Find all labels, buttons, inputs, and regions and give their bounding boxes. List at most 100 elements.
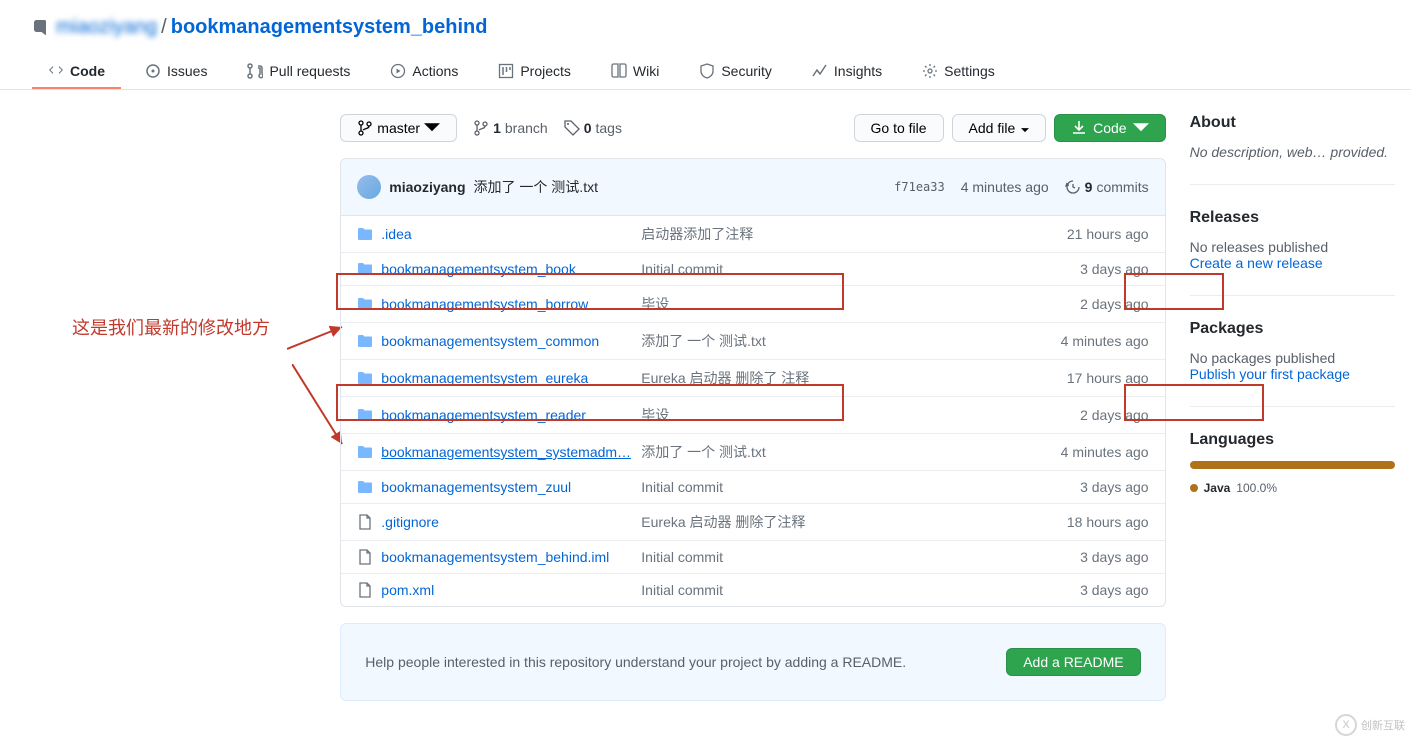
file-listing-box: miaoziyang 添加了 一个 测试.txt f71ea33 4 minut… bbox=[340, 158, 1165, 607]
sidebar-packages: Packages No packages published Publish y… bbox=[1190, 320, 1395, 407]
code-icon bbox=[48, 63, 64, 79]
language-item[interactable]: Java 100.0% bbox=[1190, 481, 1395, 495]
actions-icon bbox=[390, 63, 406, 79]
readme-hint-text: Help people interested in this repositor… bbox=[365, 654, 906, 670]
file-commit-message[interactable]: 添加了 一个 测试.txt bbox=[641, 442, 1060, 462]
shield-icon bbox=[699, 63, 715, 79]
publish-package-link[interactable]: Publish your first package bbox=[1190, 366, 1350, 382]
file-row: bookmanagementsystem_behind.imlInitial c… bbox=[341, 541, 1164, 574]
add-file-button[interactable]: Add file bbox=[952, 114, 1047, 142]
file-commit-time: 17 hours ago bbox=[1067, 370, 1149, 386]
commit-message-link[interactable]: 添加了 一个 测试.txt bbox=[474, 177, 598, 197]
file-name-link[interactable]: bookmanagementsystem_reader bbox=[381, 407, 641, 423]
tab-issues-label: Issues bbox=[167, 63, 207, 79]
tab-wiki-label: Wiki bbox=[633, 63, 659, 79]
file-row: bookmanagementsystem_borrow毕设2 days ago bbox=[341, 286, 1164, 323]
packages-none: No packages published bbox=[1190, 350, 1395, 366]
sidebar-languages: Languages Java 100.0% bbox=[1190, 431, 1395, 519]
file-commit-message[interactable]: 添加了 一个 测试.txt bbox=[641, 331, 1060, 351]
repo-tabs: Code Issues Pull requests Actions Projec… bbox=[0, 55, 1411, 90]
tab-projects[interactable]: Projects bbox=[482, 55, 587, 89]
releases-none: No releases published bbox=[1190, 239, 1395, 255]
branch-word: branch bbox=[505, 120, 548, 136]
about-description: No description, web… provided. bbox=[1190, 144, 1395, 160]
file-commit-message[interactable]: 毕设 bbox=[641, 294, 1080, 314]
file-commit-time: 18 hours ago bbox=[1067, 514, 1149, 530]
folder-icon bbox=[357, 444, 381, 460]
download-icon bbox=[1071, 120, 1087, 136]
branch-select-button[interactable]: master bbox=[340, 114, 457, 142]
file-row: bookmanagementsystem_bookInitial commit3… bbox=[341, 253, 1164, 286]
tab-pr-label: Pull requests bbox=[269, 63, 350, 79]
create-release-link[interactable]: Create a new release bbox=[1190, 255, 1323, 271]
tag-count-link[interactable]: 0 tags bbox=[564, 120, 622, 136]
sidebar-about: About No description, web… provided. bbox=[1190, 114, 1395, 185]
file-name-link[interactable]: bookmanagementsystem_behind.iml bbox=[381, 549, 641, 565]
file-commit-message[interactable]: Initial commit bbox=[641, 479, 1080, 495]
file-commit-time: 3 days ago bbox=[1080, 261, 1149, 277]
branch-count-link[interactable]: 1 branch bbox=[473, 120, 548, 136]
tab-issues[interactable]: Issues bbox=[129, 55, 223, 89]
file-commit-message[interactable]: Eureka 启动器 删除了 注释 bbox=[641, 368, 1067, 388]
file-name-link[interactable]: bookmanagementsystem_common bbox=[381, 333, 641, 349]
tab-actions[interactable]: Actions bbox=[374, 55, 474, 89]
folder-icon bbox=[357, 479, 381, 495]
file-commit-message[interactable]: Eureka 启动器 删除了注释 bbox=[641, 512, 1067, 532]
tab-settings[interactable]: Settings bbox=[906, 55, 1011, 89]
languages-title: Languages bbox=[1190, 431, 1395, 449]
commit-author-link[interactable]: miaoziyang bbox=[389, 179, 465, 195]
file-commit-time: 4 minutes ago bbox=[1061, 333, 1149, 349]
file-name-link[interactable]: bookmanagementsystem_eureka bbox=[381, 370, 641, 386]
commits-link[interactable]: 9 commits bbox=[1065, 179, 1149, 195]
tab-insights[interactable]: Insights bbox=[796, 55, 898, 89]
file-name-link[interactable]: pom.xml bbox=[381, 582, 641, 598]
language-bar bbox=[1190, 461, 1395, 469]
file-name-link[interactable]: .idea bbox=[381, 226, 641, 242]
owner-link[interactable]: miaoziyang bbox=[56, 16, 157, 39]
tab-code[interactable]: Code bbox=[32, 55, 121, 89]
caret-down-icon bbox=[424, 120, 440, 136]
tab-pullrequests[interactable]: Pull requests bbox=[231, 55, 366, 89]
file-name-link[interactable]: bookmanagementsystem_zuul bbox=[381, 479, 641, 495]
file-icon bbox=[357, 549, 381, 565]
file-commit-time: 2 days ago bbox=[1080, 407, 1149, 423]
branch-icon bbox=[357, 120, 373, 136]
sidebar-releases: Releases No releases published Create a … bbox=[1190, 209, 1395, 296]
file-name-link[interactable]: bookmanagementsystem_book bbox=[381, 261, 641, 277]
language-dot bbox=[1190, 484, 1198, 492]
go-to-file-button[interactable]: Go to file bbox=[854, 114, 944, 142]
file-row: .gitignoreEureka 启动器 删除了注释18 hours ago bbox=[341, 504, 1164, 541]
file-name-link[interactable]: bookmanagementsystem_systemadm… bbox=[381, 444, 641, 460]
file-row: bookmanagementsystem_reader毕设2 days ago bbox=[341, 397, 1164, 434]
branch-label: master bbox=[377, 120, 420, 136]
file-commit-message[interactable]: 毕设 bbox=[641, 405, 1080, 425]
branch-count: 1 bbox=[493, 120, 501, 136]
folder-icon bbox=[357, 226, 381, 242]
watermark-logo-icon: X bbox=[1335, 714, 1357, 736]
code-download-button[interactable]: Code bbox=[1054, 114, 1165, 142]
history-icon bbox=[1065, 179, 1081, 195]
file-commit-message[interactable]: Initial commit bbox=[641, 582, 1080, 598]
file-icon bbox=[357, 514, 381, 530]
repo-icon bbox=[32, 20, 48, 36]
avatar[interactable] bbox=[357, 175, 381, 199]
file-commit-message[interactable]: Initial commit bbox=[641, 261, 1080, 277]
add-readme-button[interactable]: Add a README bbox=[1006, 648, 1140, 676]
file-commit-message[interactable]: 启动器添加了注释 bbox=[641, 224, 1067, 244]
tab-security[interactable]: Security bbox=[683, 55, 788, 89]
annotation-arrow-1 bbox=[287, 324, 347, 354]
file-commit-time: 4 minutes ago bbox=[1061, 444, 1149, 460]
commit-sha-link[interactable]: f71ea33 bbox=[894, 180, 945, 194]
repo-name-link[interactable]: bookmanagementsystem_behind bbox=[171, 16, 488, 39]
file-name-link[interactable]: bookmanagementsystem_borrow bbox=[381, 296, 641, 312]
file-name-link[interactable]: .gitignore bbox=[381, 514, 641, 530]
commits-count: 9 bbox=[1085, 179, 1093, 195]
watermark-text: 创新互联 bbox=[1361, 717, 1405, 733]
wiki-icon bbox=[611, 63, 627, 79]
file-commit-time: 3 days ago bbox=[1080, 582, 1149, 598]
language-percent: 100.0% bbox=[1236, 481, 1277, 495]
folder-icon bbox=[357, 333, 381, 349]
tab-wiki[interactable]: Wiki bbox=[595, 55, 675, 89]
file-commit-message[interactable]: Initial commit bbox=[641, 549, 1080, 565]
issue-icon bbox=[145, 63, 161, 79]
